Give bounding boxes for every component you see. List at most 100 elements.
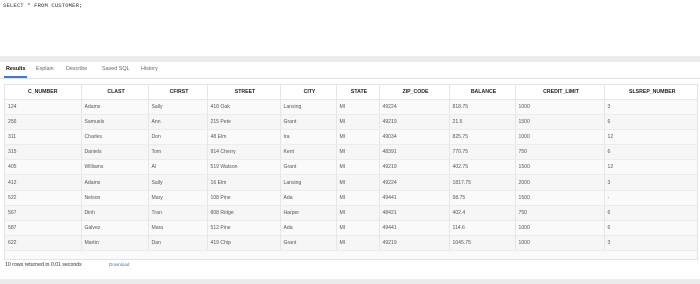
- cell-balance: 1045.75: [448, 235, 515, 251]
- column-header-zip-code[interactable]: ZIP_CODE: [378, 85, 449, 100]
- cell-slsrep-number: 12: [603, 129, 697, 146]
- column-header-c-number[interactable]: C_NUMBER: [5, 85, 81, 100]
- tab-explain[interactable]: Explain: [36, 66, 54, 72]
- cell-state: MI: [335, 205, 379, 221]
- download-link[interactable]: Download: [109, 262, 129, 267]
- cell-city: Harper: [279, 205, 336, 221]
- cell-credit-limit: 750: [514, 144, 604, 161]
- cell-balance: 98.75: [448, 190, 515, 206]
- cell-credit-limit: 2000: [514, 174, 604, 191]
- table-row: 522 Nelson Mary 108 Pine Ada MI 49441 98.75 1500…: [5, 190, 697, 206]
- cell-balance: 1817.75: [448, 174, 515, 191]
- cell-city: Lansing: [279, 99, 336, 116]
- cell-cfirst: Sally: [147, 99, 207, 116]
- cell-city: Grant: [279, 159, 336, 176]
- cell-cfirst: Sally: [147, 174, 207, 191]
- cell-credit-limit: 1500: [514, 190, 604, 206]
- column-header-cfirst[interactable]: CFIRST: [147, 85, 207, 100]
- cell-slsrep-number: 3: [603, 99, 697, 116]
- cell-state: MI: [335, 114, 379, 131]
- cell-slsrep-number: 6: [603, 205, 697, 221]
- cell-cfirst: Tom: [147, 144, 207, 161]
- cell-city: Ada: [279, 220, 336, 236]
- tab-saved-sql[interactable]: Saved SQL: [102, 66, 130, 72]
- cell-cfirst: Al: [147, 159, 207, 176]
- tab-describe[interactable]: Describe: [66, 66, 87, 72]
- cell-zip-code: 49224: [378, 99, 449, 116]
- cell-balance: 402.75: [448, 159, 515, 176]
- results-table-container: C_NUMBER CLAST CFIRST STREET CITY STATE ZIP_CO…: [4, 84, 698, 260]
- table-row: 405 Williams Al 519 Watson Grant MI 49219 402.7…: [5, 159, 697, 176]
- table-row: 567 Dinh Tran 808 Ridge Harper MI 48421 402.4 75…: [5, 205, 697, 221]
- column-header-state[interactable]: STATE: [335, 85, 379, 100]
- cell-balance: 21.5: [448, 114, 515, 131]
- cell-cfirst: Dan: [147, 235, 207, 251]
- cell-street: 808 Ridge: [206, 205, 280, 221]
- cell-slsrep-number: 3: [603, 174, 697, 191]
- column-header-slsrep-number[interactable]: SLSREP_NUMBER: [603, 85, 697, 100]
- table-row: 315 Daniels Tom 914 Cherry Kent MI 48391 770.75…: [5, 144, 697, 161]
- cell-clast: Samuels: [80, 114, 148, 131]
- column-header-street[interactable]: STREET: [206, 85, 280, 100]
- cell-clast: Adams: [80, 99, 148, 116]
- cell-state: MI: [335, 99, 379, 116]
- cell-clast: Charles: [80, 129, 148, 146]
- column-header-city[interactable]: CITY: [279, 85, 336, 100]
- tab-history[interactable]: History: [141, 66, 158, 72]
- column-header-credit-limit[interactable]: CREDIT_LIMIT: [514, 85, 604, 100]
- column-header-balance[interactable]: BALANCE: [448, 85, 515, 100]
- cell-street: 48 Elm: [206, 129, 280, 146]
- cell-c-number: 256: [5, 114, 81, 131]
- cell-street: 519 Watson: [206, 159, 280, 176]
- cell-city: Kent: [279, 144, 336, 161]
- cell-slsrep-number: 6: [603, 114, 697, 131]
- results-table: C_NUMBER CLAST CFIRST STREET CITY STATE ZIP_CO…: [5, 85, 697, 251]
- cell-cfirst: Mara: [147, 220, 207, 236]
- sql-editor[interactable]: SELECT * FROM CUSTOMER;: [0, 0, 700, 56]
- cell-c-number: 405: [5, 159, 81, 176]
- cell-credit-limit: 1500: [514, 114, 604, 131]
- cell-slsrep-number: 12: [603, 159, 697, 176]
- cell-c-number: 522: [5, 190, 81, 206]
- cell-clast: Adams: [80, 174, 148, 191]
- cell-state: MI: [335, 174, 379, 191]
- table-row: 124 Adams Sally 418 Oak Lansing MI 49224 818.75…: [5, 99, 697, 116]
- cell-zip-code: 49224: [378, 174, 449, 191]
- cell-c-number: 622: [5, 235, 81, 251]
- cell-state: MI: [335, 190, 379, 206]
- cell-clast: Galvez: [80, 220, 148, 236]
- cell-zip-code: 49441: [378, 220, 449, 236]
- cell-slsrep-number: -: [603, 190, 697, 206]
- cell-balance: 114.6: [448, 220, 515, 236]
- cell-credit-limit: 750: [514, 205, 604, 221]
- cell-state: MI: [335, 235, 379, 251]
- sql-query-text[interactable]: SELECT * FROM CUSTOMER;: [3, 2, 83, 9]
- cell-credit-limit: 1500: [514, 159, 604, 176]
- cell-street: 108 Pine: [206, 190, 280, 206]
- cell-c-number: 124: [5, 99, 81, 116]
- cell-c-number: 315: [5, 144, 81, 161]
- cell-city: Ira: [279, 129, 336, 146]
- cell-cfirst: Mary: [147, 190, 207, 206]
- cell-cfirst: Ann: [147, 114, 207, 131]
- cell-slsrep-number: 6: [603, 144, 697, 161]
- table-body: 124 Adams Sally 418 Oak Lansing MI 49224 818.75…: [5, 99, 697, 251]
- tab-results[interactable]: Results: [3, 66, 29, 78]
- cell-credit-limit: 1000: [514, 220, 604, 236]
- cell-clast: Nelson: [80, 190, 148, 206]
- cell-street: 512 Pine: [206, 220, 280, 236]
- cell-clast: Williams: [80, 159, 148, 176]
- cell-credit-limit: 1000: [514, 129, 604, 146]
- cell-street: 914 Cherry: [206, 144, 280, 161]
- cell-credit-limit: 1000: [514, 99, 604, 116]
- table-header-row: C_NUMBER CLAST CFIRST STREET CITY STATE ZIP_CO…: [5, 85, 697, 100]
- cell-slsrep-number: 3: [603, 235, 697, 251]
- cell-street: 419 Chip: [206, 235, 280, 251]
- cell-balance: 402.4: [448, 205, 515, 221]
- cell-state: MI: [335, 129, 379, 146]
- cell-state: MI: [335, 159, 379, 176]
- column-header-clast[interactable]: CLAST: [80, 85, 148, 100]
- cell-clast: Daniels: [80, 144, 148, 161]
- cell-cfirst: Don: [147, 129, 207, 146]
- cell-zip-code: 49219: [378, 114, 449, 131]
